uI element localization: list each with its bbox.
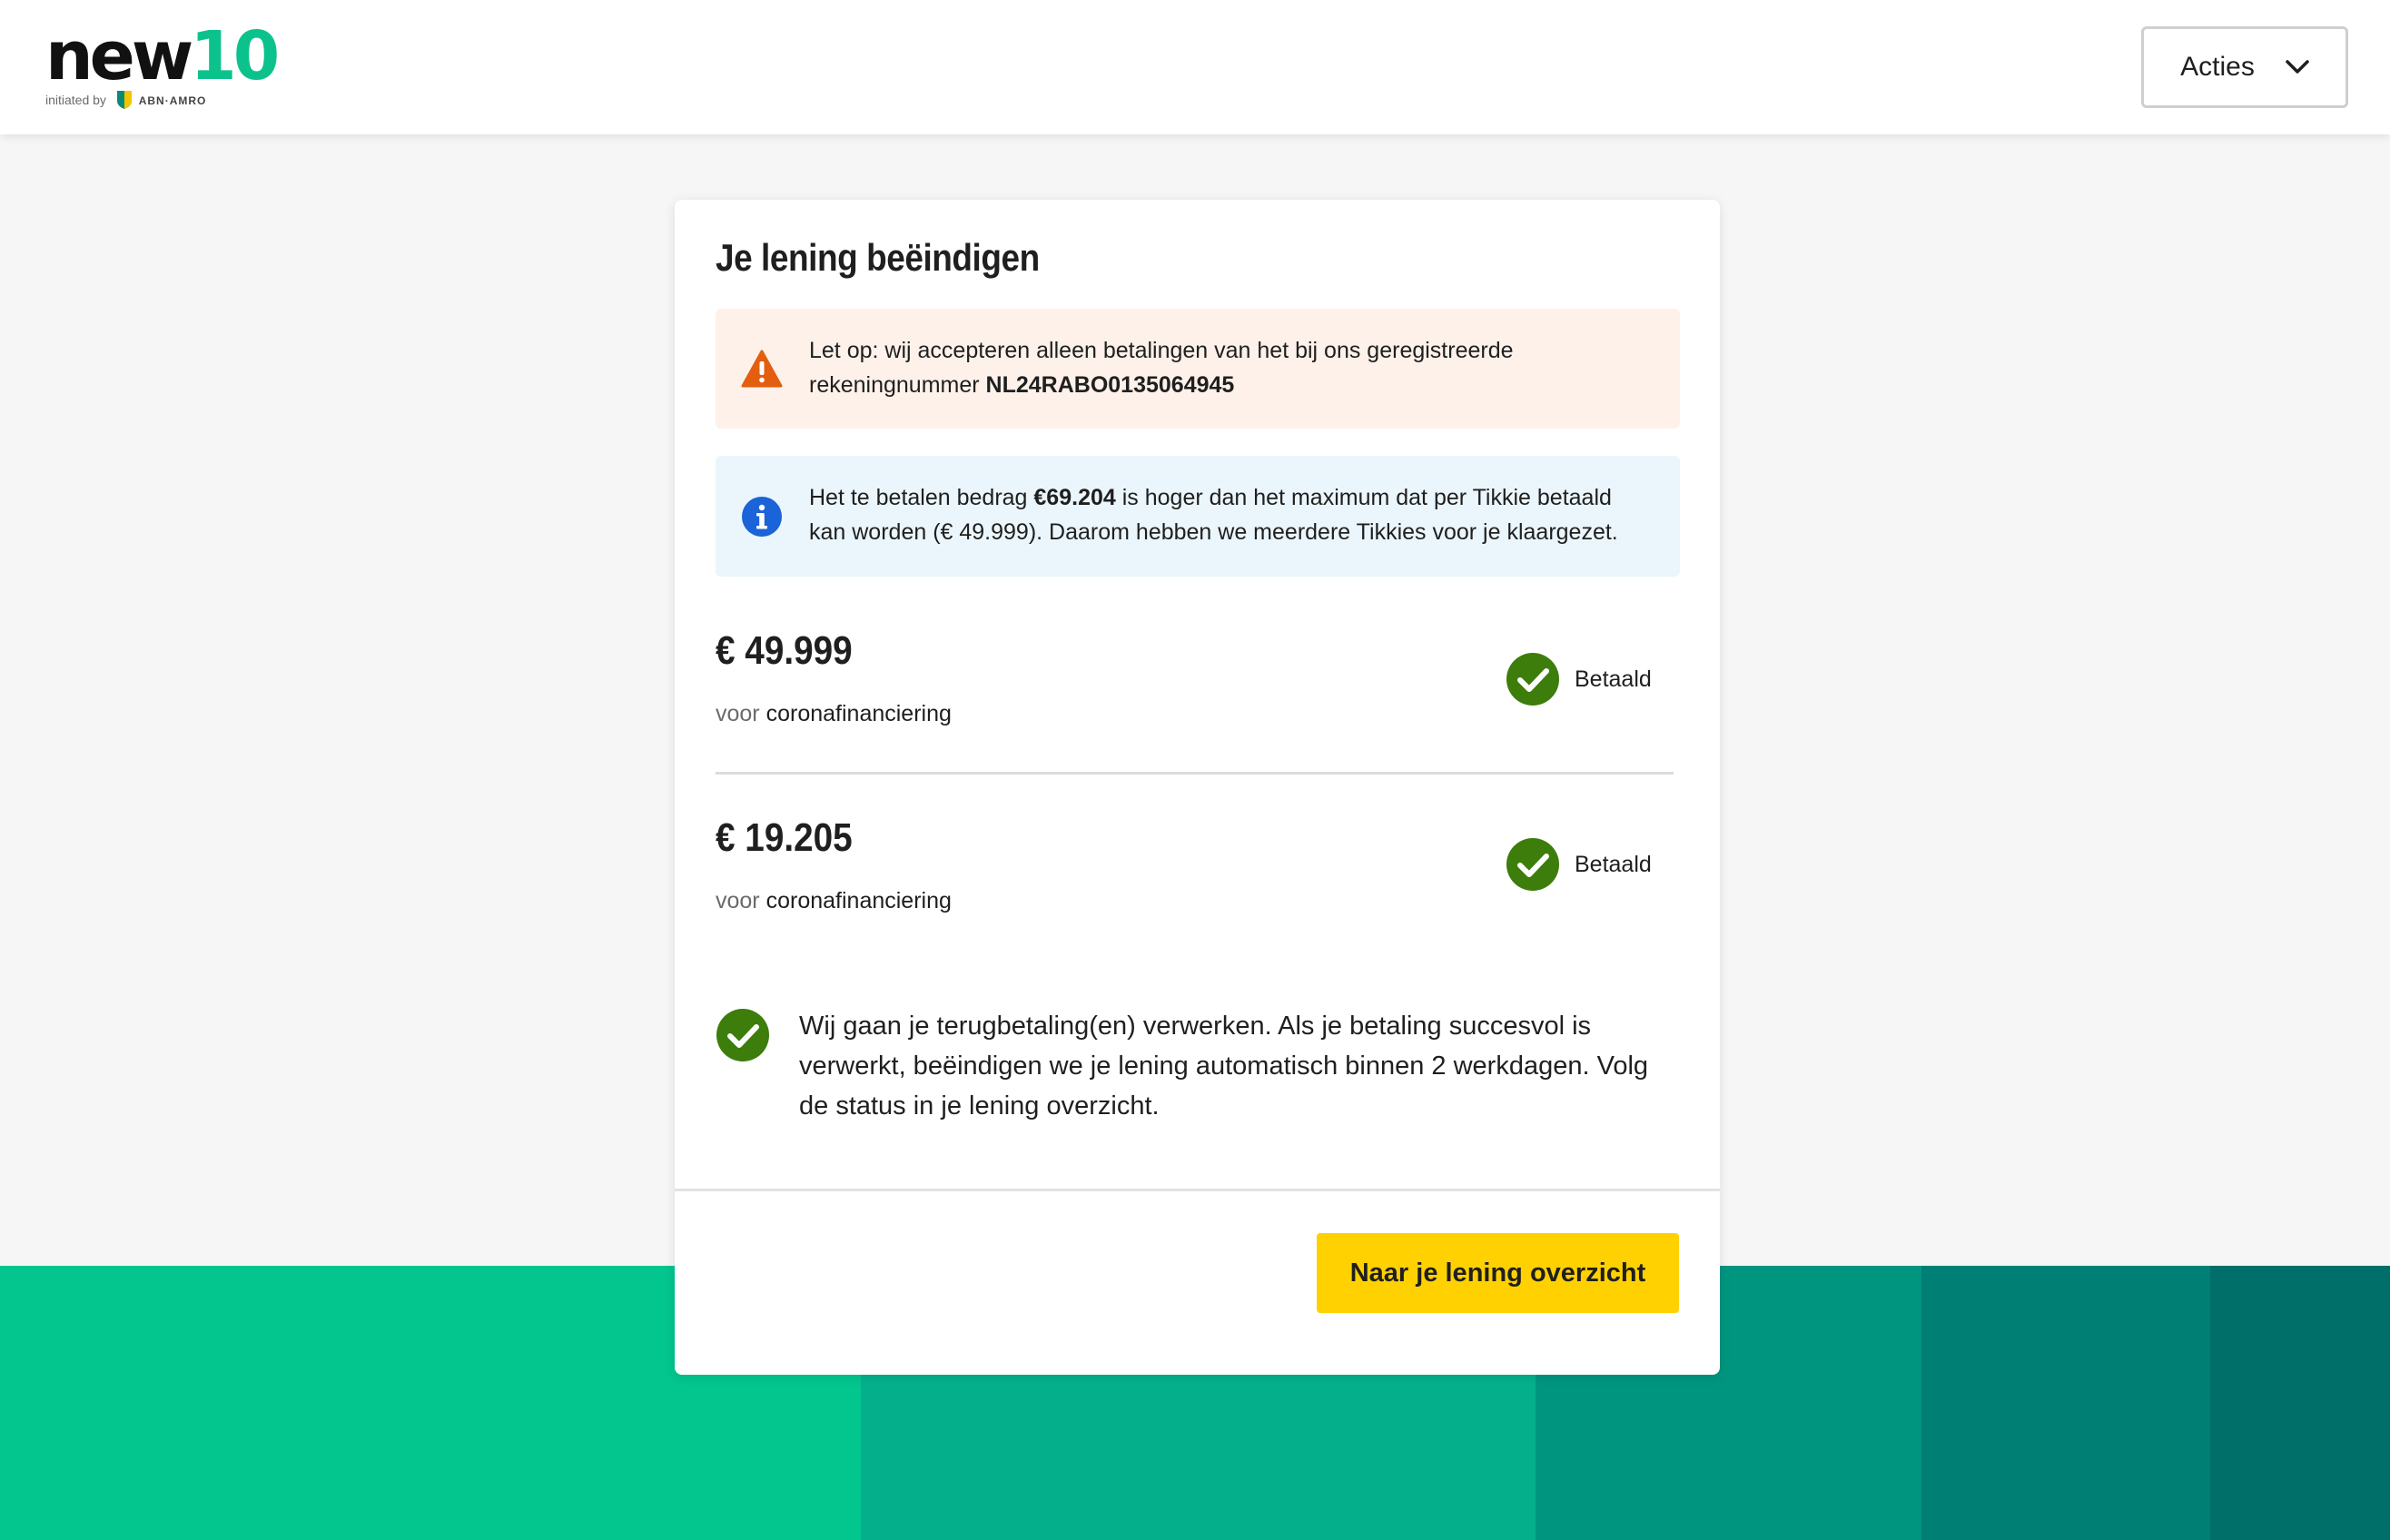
payment-status: Betaald [1506, 652, 1652, 706]
page-title: Je lening beëindigen [716, 236, 1040, 279]
payment-item: € 49.999 voor coronafinanciering Betaald [716, 628, 1674, 774]
end-loan-card: Je lening beëindigen Let op: wij accepte… [675, 200, 1720, 1375]
chevron-down-icon [2286, 60, 2309, 74]
top-header: new10 initiated by ABN·AMRO Acties [0, 0, 2390, 134]
go-to-loan-overview-button[interactable]: Naar je lening overzicht [1317, 1233, 1679, 1313]
logo-tagline: initiated by ABN·AMRO [45, 91, 207, 109]
actions-dropdown-button[interactable]: Acties [2141, 26, 2348, 108]
registered-iban: NL24RABO0135064945 [985, 372, 1235, 398]
card-footer-divider [675, 1189, 1720, 1191]
confirmation-message: Wij gaan je terugbetaling(en) verwerken.… [716, 1006, 1680, 1133]
status-badge: Betaald [1575, 851, 1652, 877]
confirmation-text: Wij gaan je terugbetaling(en) verwerken.… [799, 1012, 1649, 1120]
check-circle-icon [1506, 653, 1559, 706]
info-text: Het te betalen bedrag €69.204 is hoger d… [809, 485, 1618, 545]
footer-block [1921, 1266, 2210, 1540]
abn-amro-shield-icon [116, 91, 132, 109]
payment-description: voor coronafinanciering [716, 701, 952, 726]
info-alert: Het te betalen bedrag €69.204 is hoger d… [716, 456, 1680, 577]
warning-triangle-icon [741, 350, 783, 388]
payment-description: voor coronafinanciering [716, 888, 952, 913]
payment-amount: € 49.999 [716, 628, 853, 673]
payment-status: Betaald [1506, 837, 1652, 892]
check-circle-icon [716, 1009, 769, 1061]
actions-label: Acties [2180, 52, 2255, 82]
payment-divider [716, 772, 1674, 775]
footer-block [2210, 1266, 2390, 1540]
logo-wordmark: new10 [45, 17, 280, 95]
payment-item: € 19.205 voor coronafinanciering Betaald [716, 815, 1674, 961]
info-circle-icon [742, 497, 782, 537]
warning-text: Let op: wij accepteren alleen betalingen… [809, 338, 1514, 398]
status-badge: Betaald [1575, 666, 1652, 692]
new10-logo[interactable]: new10 initiated by ABN·AMRO [45, 20, 281, 111]
total-amount: €69.204 [1033, 485, 1116, 510]
payment-amount: € 19.205 [716, 815, 853, 860]
check-circle-icon [1506, 838, 1559, 891]
warning-alert: Let op: wij accepteren alleen betalingen… [716, 309, 1680, 429]
